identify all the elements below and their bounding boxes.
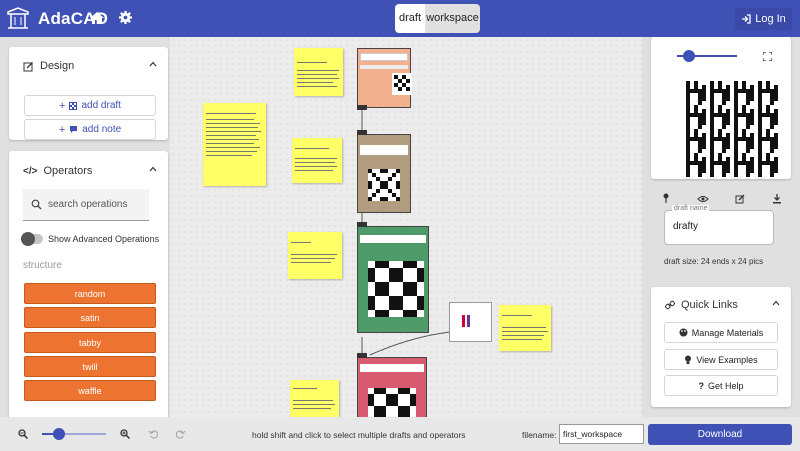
draft-grid-icon bbox=[69, 101, 78, 110]
login-label: Log In bbox=[755, 13, 786, 25]
node-handle[interactable] bbox=[357, 130, 367, 135]
pin-icon[interactable] bbox=[662, 193, 670, 203]
quick-links-header[interactable]: Quick Links bbox=[665, 299, 738, 311]
left-panel: Design + add draft + add note </> Operat… bbox=[0, 37, 170, 426]
advanced-operations-toggle[interactable]: Show Advanced Operations bbox=[21, 232, 160, 246]
add-note-button[interactable]: + add note bbox=[24, 119, 156, 140]
design-header[interactable]: Design bbox=[23, 60, 74, 72]
search-placeholder: search operations bbox=[48, 199, 128, 210]
note[interactable] bbox=[292, 138, 342, 183]
quick-links-title: Quick Links bbox=[681, 299, 738, 311]
plus-icon: + bbox=[59, 99, 66, 112]
mode-toggle: draft workspace bbox=[395, 4, 480, 33]
toggle-switch[interactable] bbox=[21, 232, 43, 246]
draft-size: draft size: 24 ends x 24 pics bbox=[664, 257, 764, 266]
draft-preview-card bbox=[651, 37, 791, 179]
note[interactable] bbox=[203, 103, 266, 186]
operators-title: Operators bbox=[43, 165, 93, 177]
chevron-up-icon[interactable] bbox=[149, 165, 157, 173]
palette-icon bbox=[679, 328, 688, 337]
operator-random-button[interactable]: random bbox=[24, 283, 156, 304]
operator-satin-button[interactable]: satin bbox=[24, 307, 156, 328]
download-icon[interactable] bbox=[772, 194, 782, 204]
redo-icon[interactable] bbox=[176, 429, 186, 439]
zoom-slider-thumb[interactable] bbox=[683, 50, 695, 62]
chevron-up-icon[interactable] bbox=[772, 299, 780, 307]
download-button[interactable]: Download bbox=[648, 424, 792, 445]
workspace-canvas[interactable] bbox=[170, 37, 642, 417]
tab-draft[interactable]: draft bbox=[395, 4, 425, 33]
plus-icon: + bbox=[58, 123, 66, 136]
operator-tabby-button[interactable]: tabby bbox=[24, 332, 156, 353]
link-icon bbox=[665, 300, 675, 310]
comment-icon bbox=[70, 126, 78, 133]
draft-node[interactable] bbox=[357, 134, 411, 213]
draft-node[interactable] bbox=[357, 226, 429, 333]
shift-select-hint: hold shift and click to select multiple … bbox=[252, 430, 466, 440]
operator-waffle-button[interactable]: waffle bbox=[24, 380, 156, 401]
draft-name-value[interactable]: drafty bbox=[673, 221, 698, 232]
add-note-label: add note bbox=[82, 124, 122, 135]
question-icon: ? bbox=[698, 380, 704, 391]
edit-icon[interactable] bbox=[735, 194, 745, 204]
gear-icon[interactable] bbox=[118, 10, 133, 25]
note[interactable] bbox=[288, 232, 342, 279]
draft-name-label: draft name bbox=[672, 205, 710, 212]
get-help-button[interactable]: ? Get Help bbox=[664, 375, 778, 396]
draft-node[interactable] bbox=[357, 48, 412, 108]
note[interactable] bbox=[290, 380, 339, 417]
filename-input[interactable] bbox=[559, 424, 644, 444]
login-button[interactable]: Log In bbox=[735, 8, 792, 30]
eye-icon[interactable] bbox=[697, 195, 709, 203]
design-title: Design bbox=[40, 60, 75, 72]
draft-node[interactable] bbox=[357, 357, 427, 417]
draft-preview bbox=[686, 81, 782, 177]
operators-header[interactable]: </> Operators bbox=[23, 165, 92, 177]
note[interactable] bbox=[294, 48, 343, 96]
manage-materials-label: Manage Materials bbox=[691, 327, 764, 338]
view-examples-button[interactable]: View Examples bbox=[664, 349, 778, 370]
bulb-icon bbox=[685, 355, 692, 364]
adacad-logo bbox=[7, 7, 29, 29]
search-icon bbox=[31, 199, 42, 210]
search-input[interactable]: search operations bbox=[23, 189, 149, 221]
note[interactable] bbox=[499, 305, 551, 351]
section-structure: structure bbox=[23, 260, 62, 271]
operator-twill-button[interactable]: twill bbox=[24, 356, 156, 377]
chevron-up-icon[interactable] bbox=[149, 60, 157, 68]
node-handle[interactable] bbox=[357, 105, 367, 110]
zoom-in-icon[interactable] bbox=[120, 429, 130, 439]
add-draft-button[interactable]: + add draft bbox=[24, 95, 156, 116]
operation-node[interactable] bbox=[449, 302, 492, 342]
view-examples-label: View Examples bbox=[696, 354, 758, 365]
login-icon bbox=[742, 14, 751, 24]
tab-workspace[interactable]: workspace bbox=[425, 4, 480, 33]
zoom-slider-thumb[interactable] bbox=[53, 428, 65, 440]
edit-icon bbox=[23, 61, 33, 71]
top-bar: AdaCAD draft workspace Log In bbox=[0, 0, 800, 37]
node-handle[interactable] bbox=[357, 353, 367, 358]
undo-icon[interactable] bbox=[148, 429, 158, 439]
node-handle[interactable] bbox=[357, 222, 367, 227]
add-draft-label: add draft bbox=[81, 100, 121, 111]
zoom-out-icon[interactable] bbox=[18, 429, 28, 439]
get-help-label: Get Help bbox=[707, 380, 744, 391]
code-icon: </> bbox=[23, 165, 38, 177]
manage-materials-button[interactable]: Manage Materials bbox=[664, 322, 778, 343]
fullscreen-icon[interactable] bbox=[763, 52, 772, 61]
home-icon[interactable] bbox=[89, 10, 105, 26]
advanced-label: Show Advanced Operations bbox=[48, 234, 160, 244]
design-card: Design + add draft + add note bbox=[9, 47, 168, 140]
filename-label: filename: bbox=[522, 430, 557, 440]
